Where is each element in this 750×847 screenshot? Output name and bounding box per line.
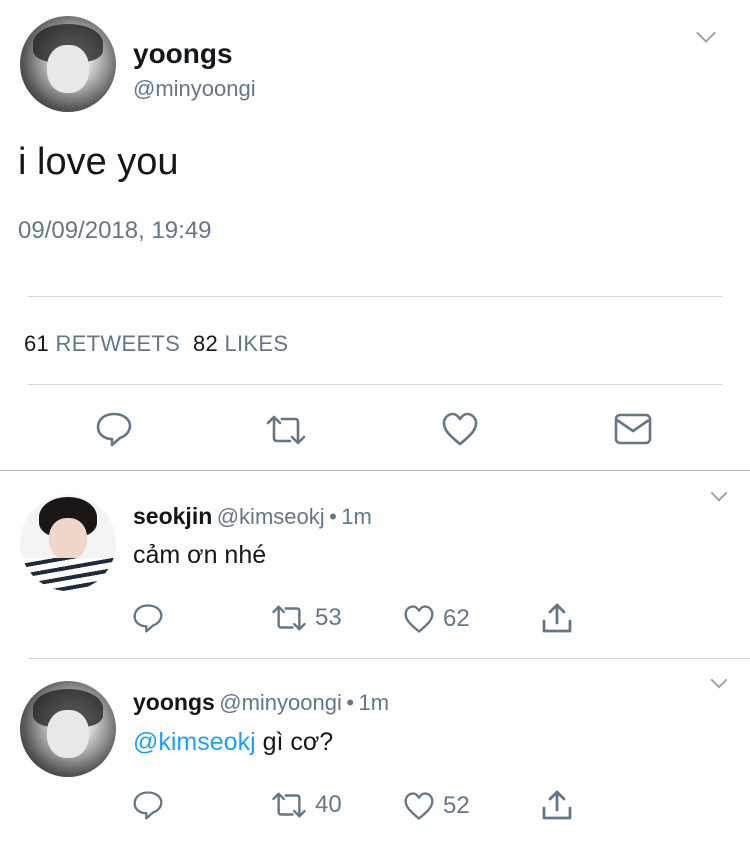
reply-author-name[interactable]: yoongs <box>133 689 215 715</box>
section-divider <box>0 470 750 471</box>
divider <box>28 384 722 385</box>
reply-text: cảm ơn nhé <box>133 541 267 569</box>
heart-icon[interactable] <box>441 411 479 447</box>
retweet-icon <box>270 791 308 819</box>
reply-icon[interactable] <box>95 411 133 447</box>
reply-separator: • <box>346 690 355 715</box>
retweet-icon <box>270 604 308 632</box>
heart-icon <box>403 604 435 634</box>
reply-icon[interactable] <box>132 790 164 820</box>
chevron-down-icon[interactable] <box>696 23 716 43</box>
avatar-yoongs[interactable] <box>20 16 116 112</box>
tweet-text: i love you <box>18 141 179 183</box>
reply-divider <box>28 658 750 659</box>
author-name[interactable]: yoongs <box>133 38 233 70</box>
reply-author-handle[interactable]: @kimseokj <box>217 504 325 529</box>
avatar-seokjin[interactable] <box>20 495 116 591</box>
reply-author-name[interactable]: seokjin <box>133 503 212 529</box>
reply-separator: • <box>329 504 337 529</box>
heart-icon <box>403 791 435 821</box>
retweets-count: 61 <box>24 331 50 356</box>
mail-icon[interactable] <box>613 412 653 446</box>
reply-icon[interactable] <box>132 603 164 633</box>
retweet-count: 53 <box>315 604 342 631</box>
avatar-yoongs[interactable] <box>20 681 116 777</box>
share-icon[interactable] <box>540 601 574 635</box>
reply-header: seokjin @kimseokj • 1m <box>133 503 372 530</box>
author-handle[interactable]: @minyoongi <box>133 76 256 102</box>
retweet-button[interactable]: 40 <box>270 791 342 819</box>
retweets-label: RETWEETS <box>55 331 181 356</box>
reply-text: @kimseokj gì cơ? <box>133 728 333 757</box>
like-count: 62 <box>443 605 470 632</box>
retweet-icon[interactable] <box>264 414 308 446</box>
mention-link[interactable]: @kimseokj <box>133 728 256 756</box>
avatar-face <box>48 518 88 561</box>
retweet-button[interactable]: 53 <box>270 604 342 632</box>
likes-label: LIKES <box>224 331 289 356</box>
tweet-stats: 61 RETWEETS 82 LIKES <box>24 331 288 357</box>
like-button[interactable]: 62 <box>403 604 470 634</box>
divider <box>28 296 722 297</box>
like-button[interactable]: 52 <box>403 791 470 821</box>
like-count: 52 <box>443 792 470 819</box>
retweets-stat[interactable]: 61 RETWEETS <box>24 331 180 356</box>
reply-time[interactable]: 1m <box>341 504 372 529</box>
chevron-down-icon[interactable] <box>710 671 728 689</box>
reply-text-body: gì cơ? <box>255 728 334 756</box>
reply-header: yoongs @minyoongi • 1m <box>133 689 389 716</box>
likes-stat[interactable]: 82 LIKES <box>193 331 288 356</box>
chevron-down-icon[interactable] <box>710 484 728 502</box>
likes-count: 82 <box>192 331 219 356</box>
reply-author-handle[interactable]: @minyoongi <box>219 690 342 715</box>
avatar-shirt <box>20 558 116 591</box>
reply-time[interactable]: 1m <box>358 690 389 715</box>
tweet-timestamp[interactable]: 09/09/2018, 19:49 <box>18 217 212 245</box>
share-icon[interactable] <box>540 788 574 822</box>
retweet-count: 40 <box>315 791 342 818</box>
